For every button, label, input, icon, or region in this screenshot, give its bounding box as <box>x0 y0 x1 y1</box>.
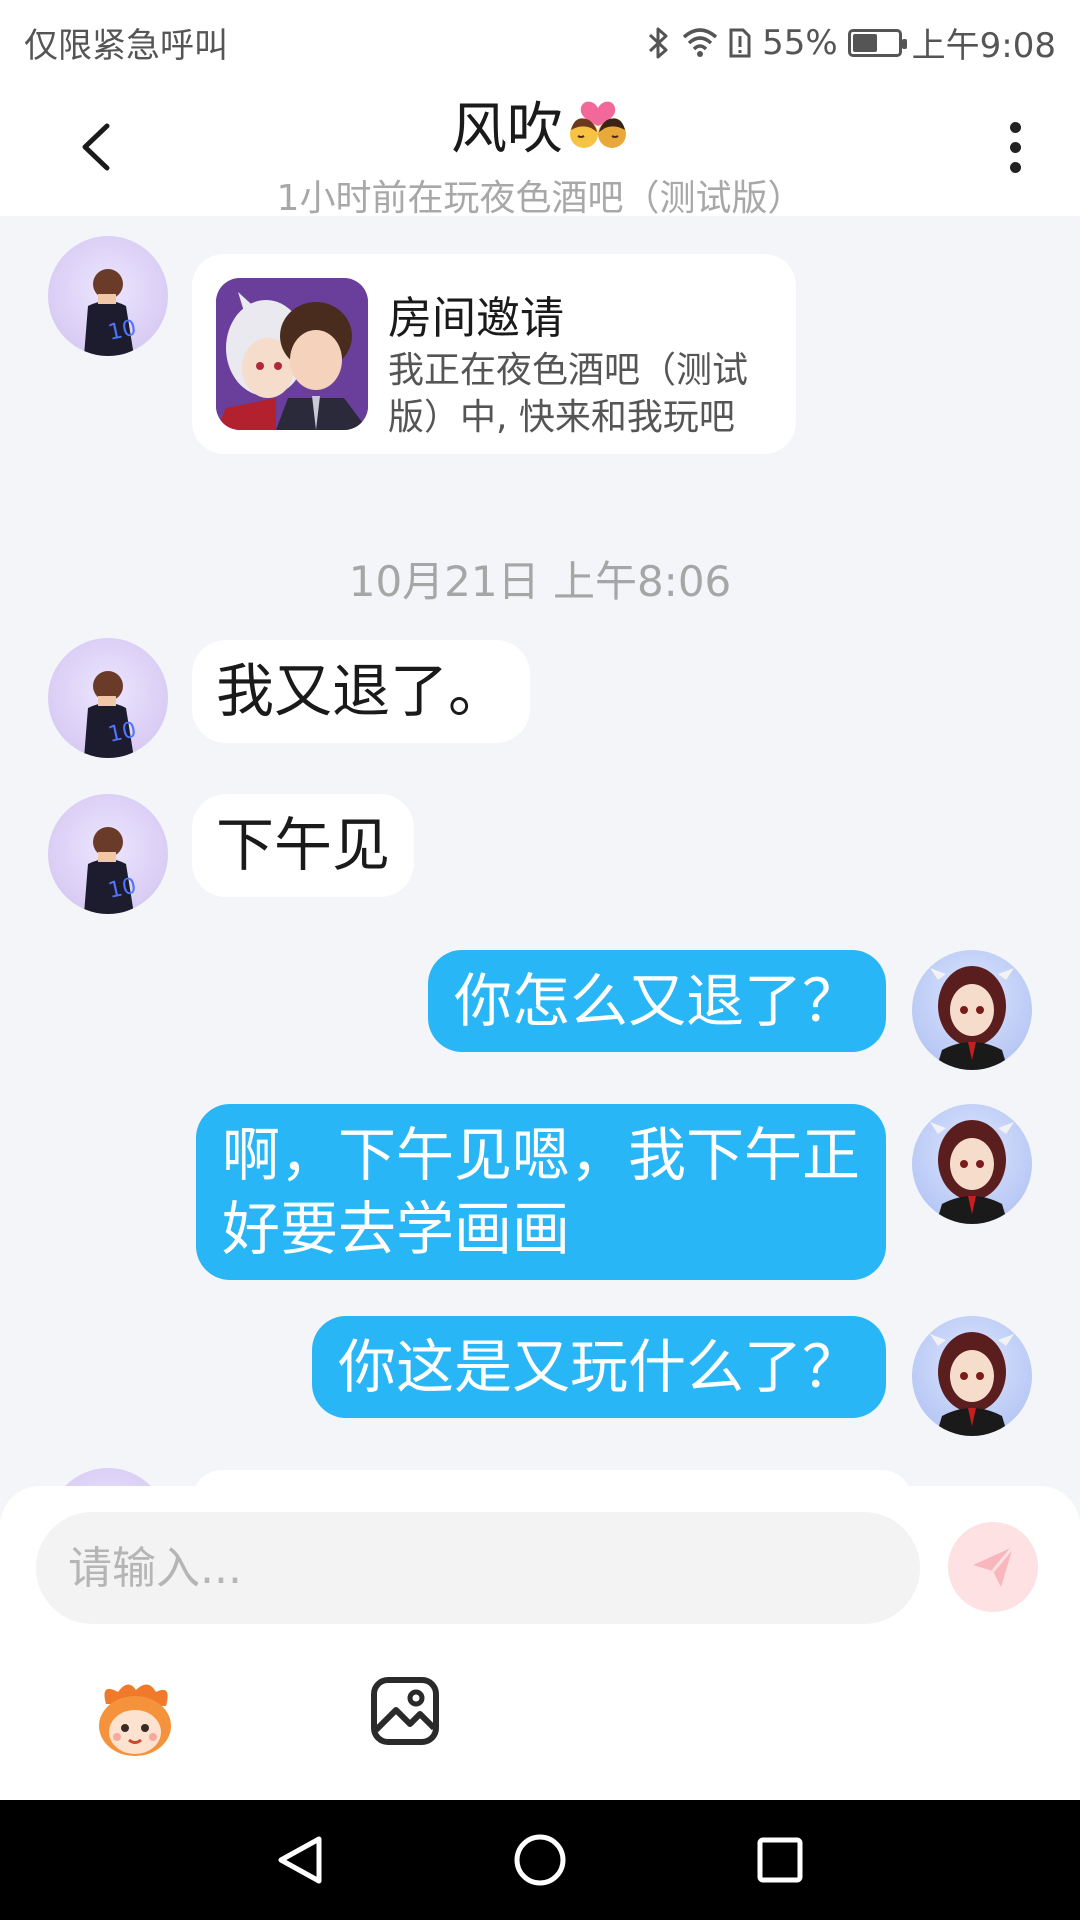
status-right-group: 55% 上午9:08 <box>646 18 1056 67</box>
nav-home-button[interactable] <box>508 1828 572 1892</box>
back-arrow-icon <box>82 123 110 171</box>
message-timestamp: 10月21日 上午8:06 <box>348 557 732 606</box>
nav-recents-icon <box>757 1837 803 1883</box>
message-bubble-outgoing[interactable]: 啊，下午见嗯，我下午正 好要去学画画 <box>195 1104 886 1281</box>
sim-alert-icon <box>729 28 751 57</box>
message-line: 好要去学画画 <box>221 1195 570 1264</box>
invite-game-thumbnail <box>216 278 368 430</box>
nav-back-button[interactable] <box>268 1828 332 1892</box>
contact-avatar-illustration: 10 <box>84 269 139 356</box>
chat-title: 风吹 <box>451 84 629 165</box>
system-navigation-bar <box>0 1800 1080 1920</box>
title-block: 风吹 1小时前在玩夜色酒吧（测试版） <box>200 84 880 221</box>
message-input[interactable] <box>36 1512 920 1624</box>
invite-description: 我正在夜色酒吧（测试版）中, 快来和我玩吧 <box>388 350 749 438</box>
image-button[interactable] <box>368 1674 442 1748</box>
room-invite-card[interactable]: 房间邀请 我正在夜色酒吧（测试版）中, 快来和我玩吧 <box>192 254 796 454</box>
chat-subtitle: 1小时前在玩夜色酒吧（测试版） <box>276 178 804 219</box>
contact-avatar[interactable]: 10 <box>48 236 168 356</box>
message-line: 啊，下午见嗯，我下午正 <box>221 1121 860 1189</box>
user-avatar[interactable] <box>912 950 1032 1070</box>
message-bubble-incoming[interactable]: 我又退了。 <box>192 640 531 744</box>
send-icon <box>973 1546 1015 1587</box>
compose-panel <box>0 1486 1080 1800</box>
status-carrier-text: 仅限紧急呼叫 <box>24 26 228 66</box>
status-time: 上午9:08 <box>911 26 1056 66</box>
message-bubble-outgoing[interactable]: 你怎么又退了？ <box>427 950 886 1053</box>
contact-avatar[interactable]: 10 <box>48 638 168 758</box>
message-bubble-outgoing[interactable]: 你这是又玩什么了？ <box>311 1316 886 1419</box>
send-button[interactable] <box>948 1522 1038 1612</box>
emoji-mascot-icon <box>99 1684 171 1756</box>
contact-avatar[interactable] <box>48 1468 168 1486</box>
message-bubble-incoming[interactable]: 下午见 <box>192 794 415 898</box>
more-options-button[interactable] <box>980 112 1050 182</box>
user-avatar[interactable] <box>912 1104 1032 1224</box>
nav-back-icon <box>278 1836 322 1884</box>
more-vertical-icon <box>1009 121 1021 133</box>
invite-title: 房间邀请 <box>388 293 564 344</box>
kiss-emoji <box>570 101 626 148</box>
user-avatar[interactable] <box>912 1316 1032 1436</box>
back-button[interactable] <box>60 112 130 182</box>
battery-icon <box>847 28 907 57</box>
nav-home-icon <box>514 1834 566 1886</box>
svg-text:10: 10 <box>106 874 139 904</box>
contact-name: 风吹 <box>451 97 563 162</box>
svg-text:10: 10 <box>106 316 139 346</box>
contact-avatar[interactable]: 10 <box>48 794 168 914</box>
emoji-button[interactable] <box>90 1674 180 1764</box>
bluetooth-icon <box>649 27 668 58</box>
nav-recents-button[interactable] <box>748 1828 812 1892</box>
chat-message-list[interactable]: 10 房间邀请 我正在夜色酒吧（测试版）中, 快来和我玩吧 10月21日 上午8… <box>0 216 1080 1486</box>
chat-header: 风吹 1小时前在玩夜色酒吧（测试版） <box>0 76 1080 219</box>
status-bar: 仅限紧急呼叫 55% 上午9:08 <box>0 0 1080 76</box>
svg-text:10: 10 <box>106 718 139 748</box>
message-bubble-incoming-partial[interactable] <box>192 1470 912 1486</box>
image-icon <box>371 1677 439 1745</box>
wifi-icon <box>682 27 718 57</box>
battery-percent: 55% <box>762 22 838 63</box>
battery-level-fill <box>852 33 877 52</box>
